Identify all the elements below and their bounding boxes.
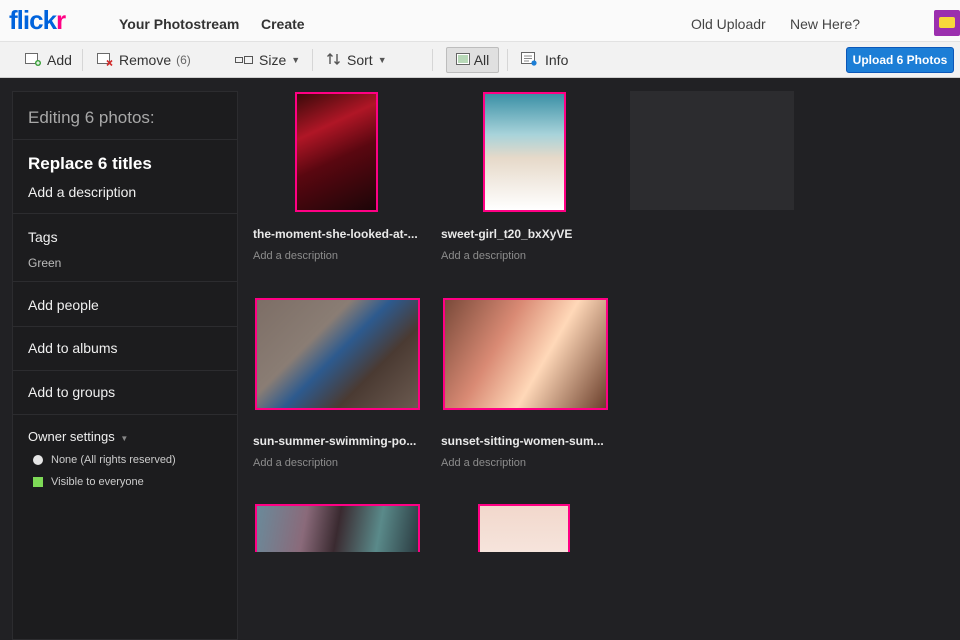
photo-description[interactable]: Add a description [441,250,526,262]
add-button[interactable]: Add [25,42,72,78]
photo-description[interactable]: Add a description [253,457,338,469]
add-people-link[interactable]: Add people [28,297,237,313]
sort-dropdown[interactable]: Sort ▼ [327,42,387,78]
chevron-down-icon: ▼ [377,55,387,65]
add-groups-link[interactable]: Add to groups [28,384,237,400]
photo-placeholder [630,91,794,210]
add-photo-icon [25,52,41,69]
photo-thumbnail[interactable] [255,504,420,552]
sort-label: Sort [347,52,373,68]
remove-photo-icon [97,52,113,69]
people-section: Add people [13,282,237,327]
photo-thumbnail[interactable] [483,92,566,212]
nav-old-uploadr[interactable]: Old Uploadr [691,16,766,32]
copyright-icon [33,455,43,465]
title-description-section: Replace 6 titles Add a description [13,140,237,214]
select-all-icon [455,52,470,68]
photo-thumbnail[interactable] [295,92,378,212]
editing-heading: Editing 6 photos: [13,92,237,140]
nav-your-photostream[interactable]: Your Photostream [119,16,239,32]
upload-button[interactable]: Upload 6 Photos [846,47,954,73]
remove-label: Remove [119,52,172,68]
size-dropdown[interactable]: Size ▼ [235,42,300,78]
photo-title[interactable]: sun-summer-swimming-po... [253,434,416,448]
logo-text-blue: flick [9,5,57,35]
tags-label[interactable]: Tags [28,229,237,245]
remove-button[interactable]: Remove (6) [97,42,191,78]
photo-title[interactable]: the-moment-she-looked-at-... [253,227,418,241]
photo-thumbnail[interactable] [255,298,420,410]
groups-section: Add to groups [13,371,237,415]
toolbar-divider [312,49,313,71]
logo-text-pink: r [56,5,66,35]
top-nav: flickr Your Photostream Create Old Uploa… [0,0,960,41]
privacy-row[interactable]: Visible to everyone [33,476,237,488]
select-all-button[interactable]: All [446,47,499,73]
photo-description[interactable]: Add a description [253,250,338,262]
owner-settings-section: Owner settings ▼ None (All rights reserv… [13,415,237,488]
public-icon [33,477,43,487]
nav-create[interactable]: Create [261,16,305,32]
add-label: Add [47,52,72,68]
tags-section: Tags Green [13,214,237,282]
photo-title[interactable]: sweet-girl_t20_bxXyVE [441,227,572,241]
photo-thumbnail[interactable] [443,298,608,410]
owner-settings-toggle[interactable]: Owner settings ▼ [28,429,237,444]
photo-description[interactable]: Add a description [441,457,526,469]
chevron-down-icon: ▼ [291,55,301,65]
sort-icon [327,52,341,68]
albums-section: Add to albums [13,327,237,371]
info-button[interactable]: Info [521,42,568,78]
toolbar-divider [82,49,83,71]
license-label: None (All rights reserved) [51,454,176,466]
size-icon [235,52,253,68]
edit-sidebar: Editing 6 photos: Replace 6 titles Add a… [12,91,238,640]
add-description-link[interactable]: Add a description [28,184,237,200]
owner-settings-label: Owner settings [28,429,115,444]
toolbar-divider [432,49,433,71]
flickr-logo[interactable]: flickr [9,5,66,36]
photo-title[interactable]: sunset-sitting-women-sum... [441,434,604,448]
select-all-label: All [473,52,490,68]
toolbar-divider [507,49,508,71]
nav-new-here[interactable]: New Here? [790,16,860,32]
replace-titles-link[interactable]: Replace 6 titles [28,154,237,174]
size-label: Size [259,52,287,68]
avatar[interactable] [934,10,960,36]
chevron-down-icon: ▼ [120,434,129,443]
photo-thumbnail[interactable] [478,504,570,552]
tag-item[interactable]: Green [28,256,237,270]
privacy-label: Visible to everyone [51,476,144,488]
add-albums-link[interactable]: Add to albums [28,340,237,356]
license-row[interactable]: None (All rights reserved) [33,454,237,466]
remove-count: (6) [176,53,191,67]
info-icon [521,51,537,69]
toolbar: Add Remove (6) Size ▼ Sort ▼ All Info Up… [0,41,960,78]
info-label: Info [545,52,569,68]
